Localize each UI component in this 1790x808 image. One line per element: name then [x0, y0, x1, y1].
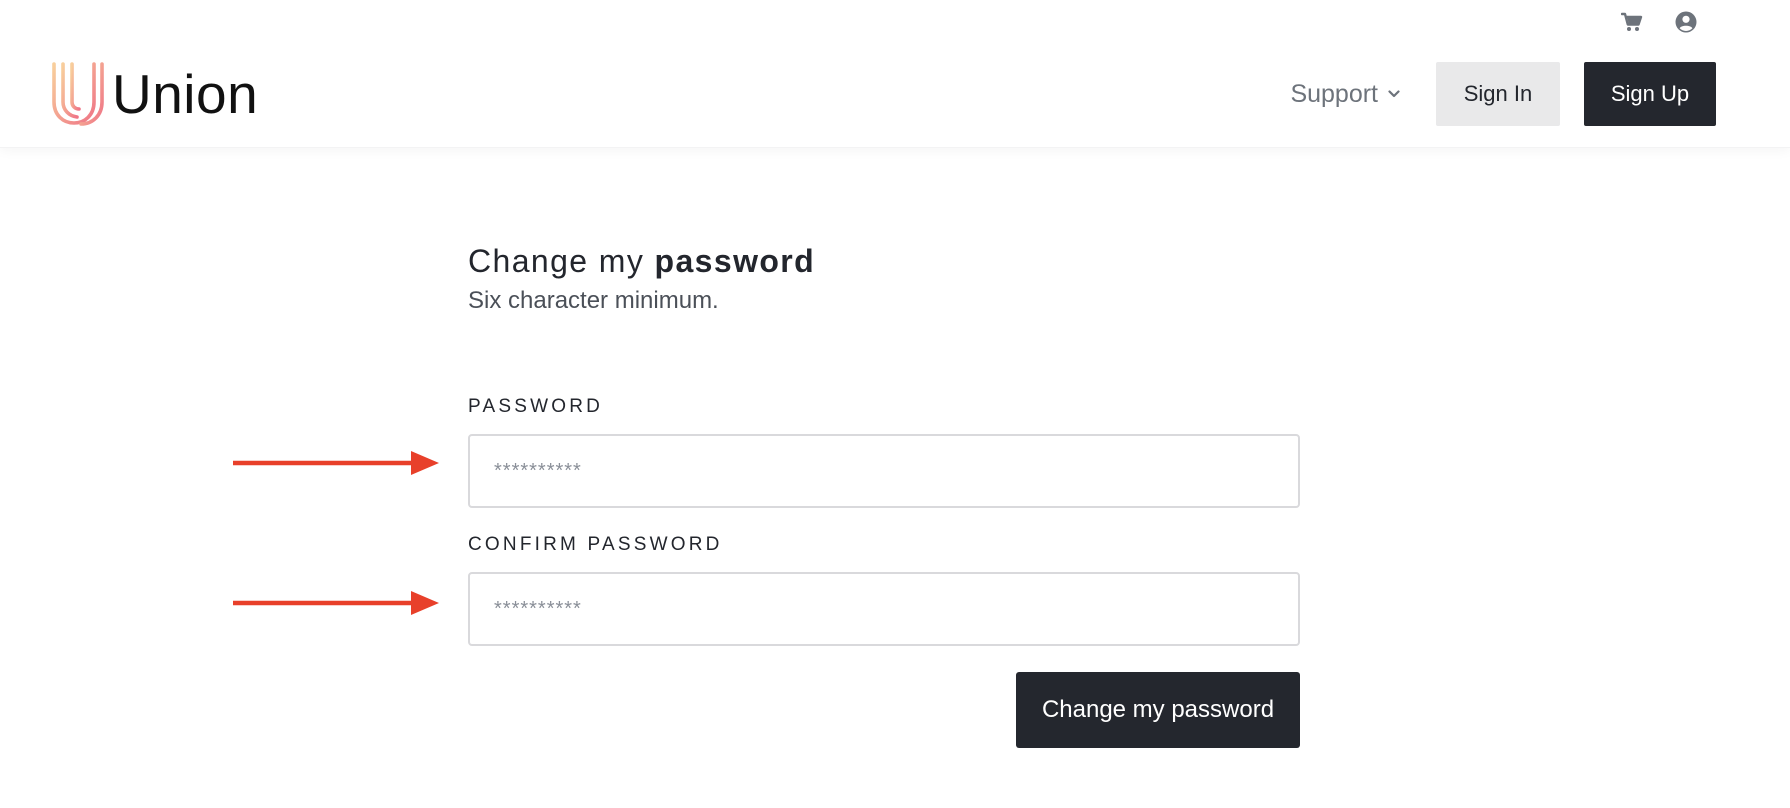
sign-in-button[interactable]: Sign In [1436, 62, 1560, 126]
site-header: Union Support Sign In Sign Up [0, 0, 1790, 148]
confirm-password-label: CONFIRM PASSWORD [468, 534, 723, 555]
page-title: Change my password [468, 242, 1300, 280]
chevron-down-icon [1388, 90, 1400, 98]
main-nav: Support Sign In Sign Up [1290, 62, 1716, 126]
change-password-form: Change my password Six character minimum… [468, 242, 1300, 748]
title-emphasis: password [654, 243, 816, 279]
confirm-password-input[interactable] [468, 572, 1300, 646]
arrow-right-icon [233, 451, 439, 475]
title-prefix: Change my [468, 243, 655, 279]
support-label: Support [1290, 79, 1378, 108]
page-subtitle: Six character minimum. [468, 287, 719, 314]
user-circle-icon[interactable] [1674, 10, 1698, 34]
brand-name: Union [112, 63, 259, 125]
change-password-button[interactable]: Change my password [1016, 672, 1300, 748]
cart-icon[interactable] [1620, 10, 1644, 34]
password-input[interactable] [468, 434, 1300, 508]
utility-bar [1620, 10, 1698, 34]
arrow-right-icon [233, 591, 439, 615]
password-label: PASSWORD [468, 396, 604, 417]
sign-up-button[interactable]: Sign Up [1584, 62, 1716, 126]
brand-logo[interactable]: Union [50, 62, 258, 126]
union-logo-icon [52, 62, 104, 126]
support-dropdown[interactable]: Support [1290, 80, 1400, 109]
